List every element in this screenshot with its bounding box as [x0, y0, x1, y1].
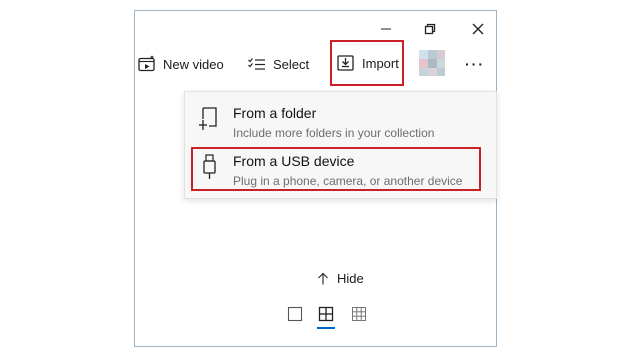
- restore-icon: [424, 23, 436, 35]
- toolbar: New video Select Import ···: [135, 49, 496, 79]
- minimize-button[interactable]: [371, 17, 401, 41]
- arrow-up-icon: [317, 272, 329, 285]
- restore-button[interactable]: [415, 17, 445, 41]
- grid-view-button[interactable]: [316, 306, 336, 330]
- selected-view-indicator: [317, 327, 335, 329]
- close-button[interactable]: [463, 17, 493, 41]
- single-square-icon: [287, 306, 303, 322]
- new-video-label: New video: [163, 56, 224, 72]
- more-options-button[interactable]: ···: [465, 49, 485, 79]
- grid-3x3-icon: [352, 307, 366, 321]
- video-clip-icon: [137, 54, 157, 74]
- hide-button[interactable]: Hide: [317, 271, 364, 286]
- single-view-button[interactable]: [285, 306, 305, 330]
- more-options-label: ···: [465, 56, 485, 72]
- new-video-button[interactable]: New video: [137, 49, 224, 79]
- usb-item-highlight: [191, 147, 481, 191]
- hide-label: Hide: [337, 271, 364, 286]
- menu-item-from-folder[interactable]: From a folder Include more folders in yo…: [185, 98, 496, 146]
- avatar[interactable]: [419, 50, 445, 76]
- menu-item-description: Include more folders in your collection: [233, 126, 435, 140]
- minimize-icon: [381, 28, 391, 30]
- grid-2x2-icon: [318, 306, 334, 322]
- import-highlight: [330, 40, 404, 86]
- select-button[interactable]: Select: [247, 49, 309, 79]
- multi-select-icon: [247, 54, 267, 74]
- photos-window: New video Select Import ··· From a folde…: [134, 10, 497, 347]
- folder-add-icon: [199, 106, 221, 132]
- dense-grid-view-button[interactable]: [349, 306, 369, 330]
- menu-item-title: From a folder: [233, 105, 317, 121]
- close-icon: [472, 23, 484, 35]
- select-label: Select: [273, 56, 310, 72]
